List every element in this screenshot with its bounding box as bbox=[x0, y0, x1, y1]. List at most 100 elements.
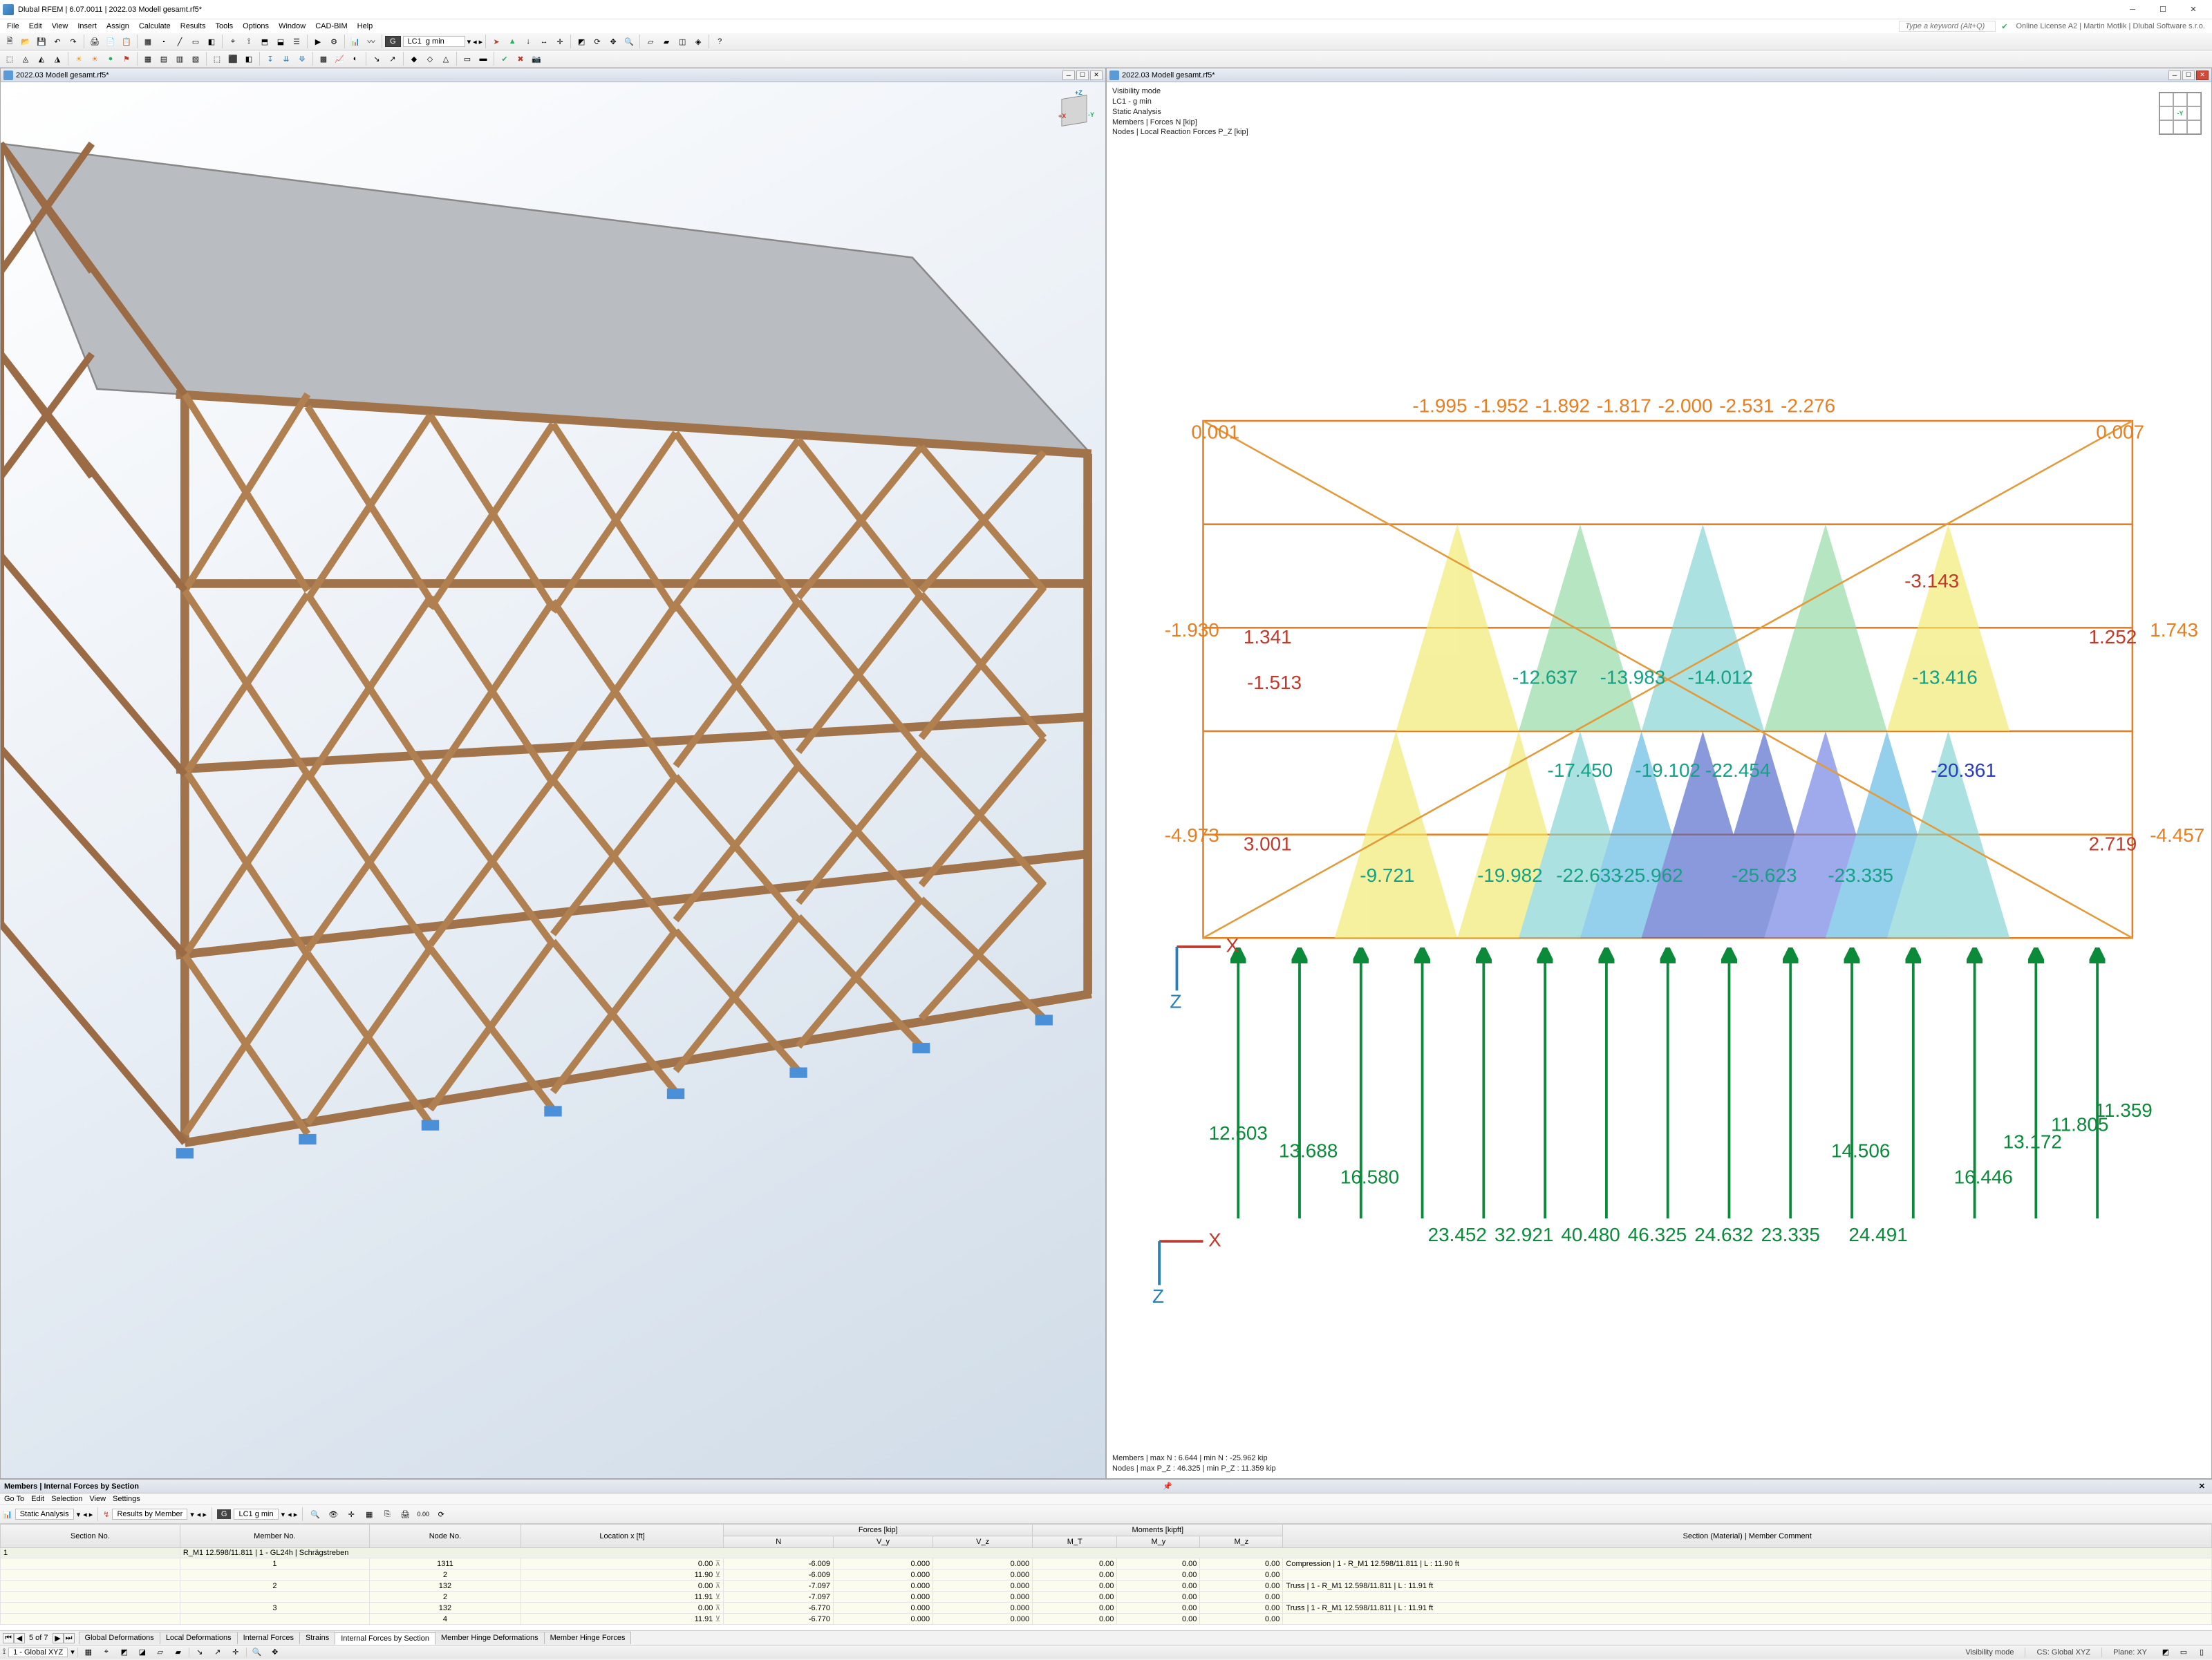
panel-lc-field[interactable]: LC1 g min bbox=[234, 1509, 278, 1520]
help-icon[interactable]: ? bbox=[712, 34, 727, 49]
menu-assign[interactable]: Assign bbox=[102, 21, 133, 32]
menu-insert[interactable]: Insert bbox=[73, 21, 101, 32]
sb-icon-7[interactable]: ↘ bbox=[192, 1645, 207, 1660]
sb-icon-1[interactable]: ▦ bbox=[81, 1645, 96, 1660]
t2-2[interactable]: ◬ bbox=[18, 51, 33, 66]
nav-last[interactable]: ⏭ bbox=[64, 1633, 75, 1643]
table-row[interactable]: 113110.00 ⊼-6.0090.0000.0000.000.000.00C… bbox=[1, 1558, 2212, 1569]
rotate-icon[interactable]: ⟳ bbox=[590, 34, 605, 49]
tab-strains[interactable]: Strains bbox=[299, 1632, 335, 1644]
t2-layer2[interactable]: ▬ bbox=[476, 51, 491, 66]
t2-misc2[interactable]: ◇ bbox=[422, 51, 438, 66]
t2-flag[interactable]: ⚑ bbox=[119, 51, 134, 66]
loadcase-selector[interactable]: G LC1 g min ▾◂▸ bbox=[385, 36, 482, 47]
load-icon[interactable]: ↓ bbox=[521, 34, 536, 49]
submenu-selection[interactable]: Selection bbox=[51, 1495, 82, 1503]
results-canvas[interactable]: Visibility mode LC1 - g min Static Analy… bbox=[1107, 82, 2211, 1478]
t2-arrow[interactable]: ↘ bbox=[369, 51, 384, 66]
submenu-edit[interactable]: Edit bbox=[31, 1495, 44, 1503]
filter-icon[interactable]: 🔍 bbox=[308, 1507, 323, 1522]
tab-internal-forces[interactable]: Internal Forces bbox=[237, 1632, 300, 1644]
view2-icon[interactable]: ⬓ bbox=[273, 34, 288, 49]
t2-load1[interactable]: ↧ bbox=[263, 51, 278, 66]
table-icon[interactable]: ▦ bbox=[362, 1507, 377, 1522]
t2-node[interactable]: ● bbox=[103, 51, 118, 66]
print-table-icon[interactable]: 🖨 bbox=[397, 1507, 413, 1522]
keyword-search[interactable] bbox=[1899, 21, 1996, 32]
pane-close-button[interactable]: ✕ bbox=[2196, 70, 2209, 80]
redo-icon[interactable]: ↷ bbox=[66, 34, 81, 49]
tab-global-deformations[interactable]: Global Deformations bbox=[79, 1632, 160, 1644]
t2-grid1[interactable]: ▦ bbox=[140, 51, 156, 66]
graph-icon[interactable]: ✛ bbox=[344, 1507, 359, 1522]
sb-icon-xy[interactable]: ▭ bbox=[2176, 1645, 2191, 1660]
t2-layer1[interactable]: ▭ bbox=[460, 51, 475, 66]
node-icon[interactable]: ⬝ bbox=[156, 34, 171, 49]
close-button[interactable]: ✕ bbox=[2183, 3, 2204, 17]
t2-sel3[interactable]: ◧ bbox=[241, 51, 256, 66]
tab-internal-forces-by-section[interactable]: Internal Forces by Section bbox=[335, 1632, 435, 1645]
print-icon[interactable]: 🖨 bbox=[87, 34, 102, 49]
decimal-icon[interactable]: 0.00 bbox=[415, 1507, 431, 1522]
export-icon[interactable]: ⎘ bbox=[379, 1507, 395, 1522]
table-row[interactable]: 411.91 ⊻-6.7700.0000.0000.000.000.00 bbox=[1, 1614, 2212, 1625]
undo-icon[interactable]: ↶ bbox=[50, 34, 65, 49]
transparent-icon[interactable]: ◫ bbox=[675, 34, 690, 49]
t2-1[interactable]: ⬚ bbox=[2, 51, 17, 66]
sb-icon-2[interactable]: ⌖ bbox=[99, 1645, 114, 1660]
t2-del[interactable]: ✖ bbox=[513, 51, 528, 66]
t2-sun1[interactable]: ☀ bbox=[71, 51, 86, 66]
results-toggle-icon[interactable]: 📊 bbox=[348, 34, 363, 49]
copy-icon[interactable]: 📋 bbox=[119, 34, 134, 49]
sb-icon-iso[interactable]: ◩ bbox=[2158, 1645, 2173, 1660]
menu-window[interactable]: Window bbox=[274, 21, 310, 32]
menu-options[interactable]: Options bbox=[238, 21, 273, 32]
iso-icon[interactable]: ◩ bbox=[574, 34, 589, 49]
submenu-goto[interactable]: Go To bbox=[4, 1495, 24, 1503]
pane-min-button[interactable]: ─ bbox=[2168, 70, 2181, 80]
menu-edit[interactable]: Edit bbox=[25, 21, 46, 32]
maximize-button[interactable]: ☐ bbox=[2153, 3, 2173, 17]
menu-cad-bim[interactable]: CAD-BIM bbox=[311, 21, 351, 32]
sb-icon-8[interactable]: ↗ bbox=[210, 1645, 225, 1660]
t2-grid3[interactable]: ▥ bbox=[172, 51, 187, 66]
t2-grid4[interactable]: ▧ bbox=[188, 51, 203, 66]
snap-icon[interactable]: ⌖ bbox=[225, 34, 241, 49]
t2-misc3[interactable]: △ bbox=[438, 51, 453, 66]
pan-icon[interactable]: ✥ bbox=[606, 34, 621, 49]
t2-comp[interactable]: ✔ bbox=[497, 51, 512, 66]
t2-sel2[interactable]: ⬛ bbox=[225, 51, 241, 66]
sb-icon-11[interactable]: ✥ bbox=[268, 1645, 283, 1660]
nav-first[interactable]: ⏮ bbox=[3, 1633, 14, 1643]
sb-icon-3[interactable]: ◩ bbox=[117, 1645, 132, 1660]
sb-icon-10[interactable]: 🔍 bbox=[250, 1645, 265, 1660]
table-row[interactable]: 21320.00 ⊼-7.0970.0000.0000.000.000.00Tr… bbox=[1, 1581, 2212, 1592]
tab-local-deformations[interactable]: Local Deformations bbox=[160, 1632, 238, 1644]
ucs-icon[interactable]: ⟟ bbox=[241, 34, 256, 49]
table-row[interactable]: 31320.00 ⊼-6.7700.0000.0000.000.000.00Tr… bbox=[1, 1603, 2212, 1614]
pane-min-button[interactable]: ─ bbox=[1062, 70, 1075, 80]
t2-arrow2[interactable]: ↗ bbox=[385, 51, 400, 66]
axes-icon[interactable]: ✛ bbox=[552, 34, 568, 49]
support-icon[interactable]: ▲ bbox=[505, 34, 520, 49]
table-row[interactable]: 211.91 ⊻-7.0970.0000.0000.000.000.00 bbox=[1, 1592, 2212, 1603]
dim-icon[interactable]: ↔ bbox=[536, 34, 552, 49]
submenu-view[interactable]: View bbox=[89, 1495, 106, 1503]
sb-icon-yz[interactable]: ▯ bbox=[2194, 1645, 2209, 1660]
layer-icon[interactable]: ☰ bbox=[289, 34, 304, 49]
coord-system-field[interactable]: 1 - Global XYZ bbox=[8, 1648, 68, 1657]
tab-member-hinge-deformations[interactable]: Member Hinge Deformations bbox=[435, 1632, 545, 1644]
t2-chart[interactable]: 📈 bbox=[332, 51, 347, 66]
solid-icon[interactable]: ◧ bbox=[204, 34, 219, 49]
menu-results[interactable]: Results bbox=[176, 21, 210, 32]
results-mode-field[interactable]: Results by Member bbox=[112, 1509, 187, 1520]
submenu-settings[interactable]: Settings bbox=[113, 1495, 140, 1503]
settings-icon[interactable]: ⚙ bbox=[326, 34, 341, 49]
results-table[interactable]: Section No. Member No. Node No. Location… bbox=[0, 1524, 2212, 1625]
view1-icon[interactable]: ⬒ bbox=[257, 34, 272, 49]
t2-sun2[interactable]: ☀ bbox=[87, 51, 102, 66]
menu-file[interactable]: File bbox=[3, 21, 24, 32]
sb-icon-5[interactable]: ▱ bbox=[153, 1645, 168, 1660]
solid-view-icon[interactable]: ▰ bbox=[659, 34, 674, 49]
report-icon[interactable]: 📄 bbox=[103, 34, 118, 49]
